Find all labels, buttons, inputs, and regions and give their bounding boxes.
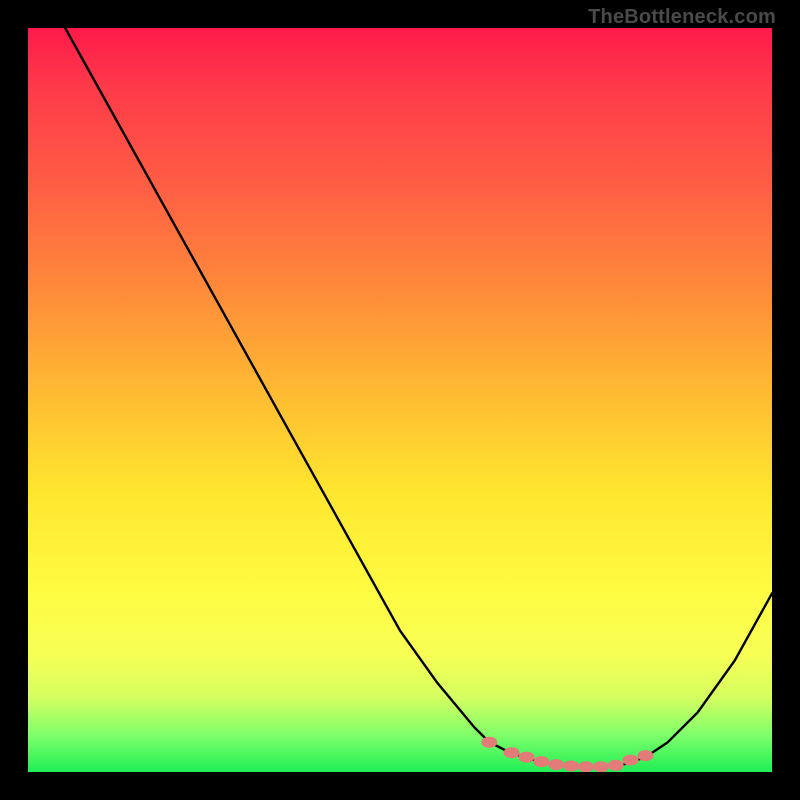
chart-container: TheBottleneck.com <box>0 0 800 800</box>
chart-svg <box>28 28 772 772</box>
highlight-marker <box>593 761 609 772</box>
highlight-marker <box>623 755 639 766</box>
bottleneck-curve <box>65 28 772 767</box>
highlight-marker <box>578 761 594 772</box>
highlight-marker <box>548 759 564 770</box>
highlight-marker <box>519 752 535 763</box>
highlight-marker <box>638 750 654 761</box>
highlight-marker <box>533 756 549 767</box>
highlight-marker <box>481 737 497 748</box>
highlight-marker <box>504 747 520 758</box>
highlight-marker <box>563 761 579 772</box>
watermark-text: TheBottleneck.com <box>588 6 776 29</box>
highlight-marker <box>608 760 624 771</box>
plot-area <box>28 28 772 772</box>
